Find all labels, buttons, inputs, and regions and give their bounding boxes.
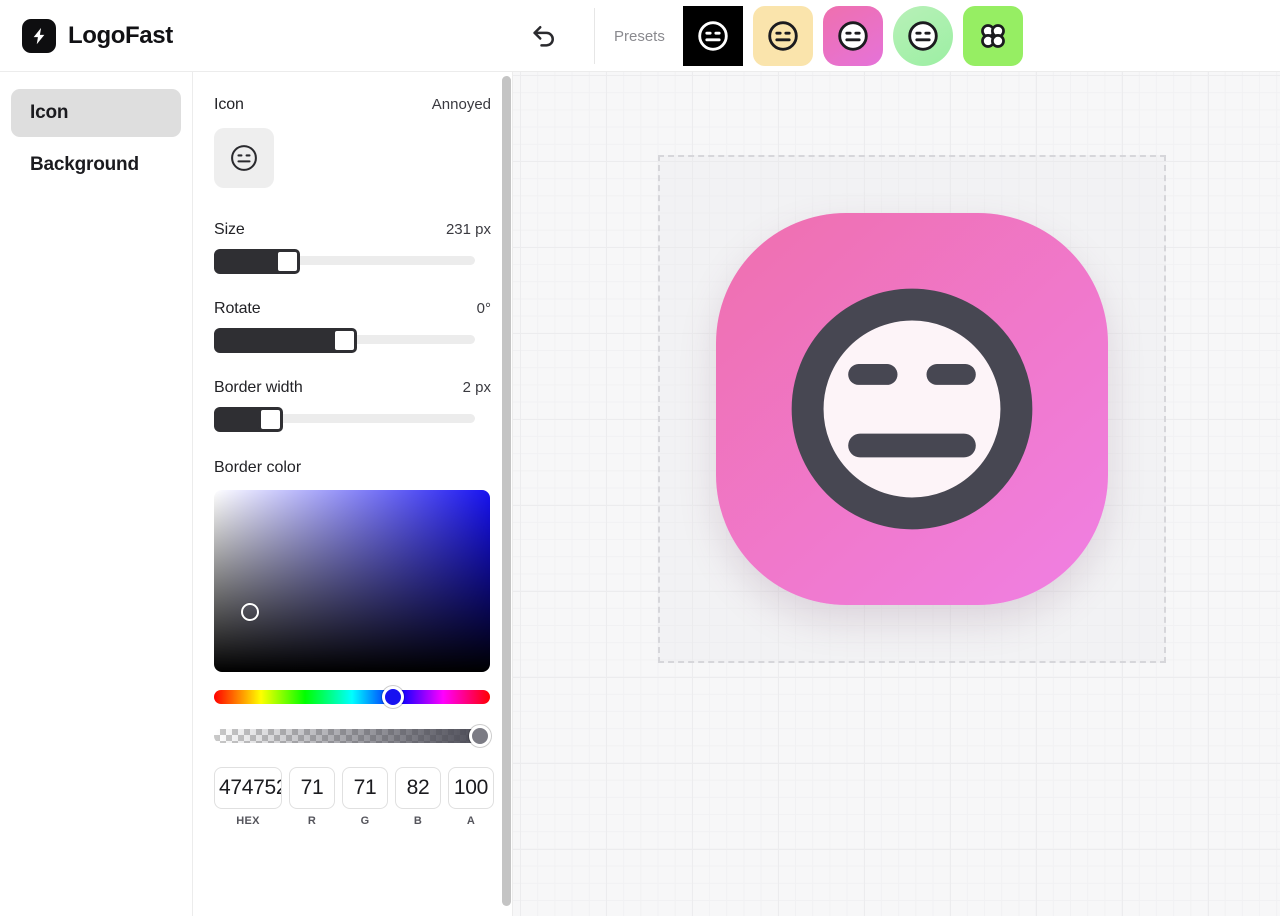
icon-row-label: Icon	[214, 96, 244, 113]
hex-input[interactable]: 474752	[214, 767, 282, 809]
alpha-slider[interactable]	[214, 725, 491, 747]
slider-thumb[interactable]	[332, 328, 357, 353]
rotate-value: 0°	[476, 300, 491, 317]
border-color-label: Border color	[214, 459, 302, 476]
properties-panel: Icon Annoyed Size 231 px Rotate 0° Borde…	[193, 72, 513, 916]
hue-slider[interactable]	[214, 686, 490, 708]
alpha-input[interactable]: 100	[448, 767, 494, 809]
rotate-slider[interactable]	[214, 328, 491, 353]
preset-2-button[interactable]	[752, 6, 813, 66]
logo-canvas[interactable]	[513, 72, 1280, 916]
icon-row: Icon Annoyed	[214, 96, 491, 114]
red-caption: R	[307, 815, 317, 827]
size-control: Size 231 px	[214, 221, 491, 274]
blue-input[interactable]: 82	[395, 767, 441, 809]
preset-4-button[interactable]	[892, 6, 953, 66]
presets-list	[682, 6, 1023, 66]
annoyed-face-icon	[791, 288, 1033, 530]
top-bar: LogoFast Presets	[0, 0, 1280, 72]
logo-preview[interactable]	[716, 213, 1108, 605]
saturation-value-area[interactable]	[214, 490, 490, 672]
slider-fill	[214, 328, 345, 353]
annoyed-face-icon	[231, 145, 257, 171]
green-caption: G	[360, 815, 370, 827]
app-title: LogoFast	[68, 21, 173, 49]
sidebar: Icon Background	[0, 72, 193, 916]
border-width-control: Border width 2 px	[214, 379, 491, 432]
preset-5-button[interactable]	[962, 6, 1023, 66]
size-slider[interactable]	[214, 249, 491, 274]
presets-section: Presets	[614, 0, 1023, 72]
sidebar-item-label: Icon	[30, 102, 69, 123]
alpha-caption: A	[466, 815, 476, 827]
preset-1-button[interactable]	[682, 6, 743, 66]
preset-3-button[interactable]	[822, 6, 883, 66]
flower-icon	[980, 24, 1005, 48]
panel-scrollbar[interactable]	[500, 72, 513, 916]
annoyed-face-icon	[768, 21, 798, 51]
green-input[interactable]: 71	[342, 767, 388, 809]
annoyed-face-icon	[698, 21, 728, 51]
toolbar-divider	[594, 8, 595, 64]
sidebar-item-background[interactable]: Background	[11, 141, 181, 189]
hex-caption: HEX	[236, 815, 260, 827]
annoyed-face-icon	[838, 21, 868, 51]
alpha-slider-knob[interactable]	[469, 725, 491, 747]
rotate-control: Rotate 0°	[214, 300, 491, 353]
lightning-bolt-icon	[22, 18, 56, 53]
color-value-fields: 474752 HEX 71 R 71 G 82 B 100 A	[214, 767, 494, 827]
panel-scrollbar-thumb[interactable]	[502, 76, 511, 906]
hue-slider-knob[interactable]	[382, 686, 404, 708]
border-width-label: Border width	[214, 379, 303, 396]
border-width-slider[interactable]	[214, 407, 491, 432]
size-label: Size	[214, 221, 245, 238]
size-value: 231 px	[445, 221, 491, 238]
blue-caption: B	[413, 815, 423, 827]
rotate-label: Rotate	[214, 300, 261, 317]
annoyed-face-icon	[908, 21, 938, 51]
presets-label: Presets	[614, 27, 665, 45]
sidebar-item-icon[interactable]: Icon	[11, 89, 181, 137]
red-input[interactable]: 71	[289, 767, 335, 809]
alpha-gradient-overlay	[214, 729, 490, 743]
slider-thumb[interactable]	[275, 249, 300, 274]
icon-picker-button[interactable]	[214, 128, 274, 188]
border-width-value: 2 px	[462, 379, 491, 396]
saturation-cursor[interactable]	[241, 603, 259, 621]
icon-row-value: Annoyed	[431, 96, 491, 113]
undo-arrow-icon[interactable]	[526, 18, 562, 54]
brand: LogoFast	[0, 18, 173, 53]
sidebar-item-label: Background	[30, 154, 139, 175]
slider-thumb[interactable]	[258, 407, 283, 432]
